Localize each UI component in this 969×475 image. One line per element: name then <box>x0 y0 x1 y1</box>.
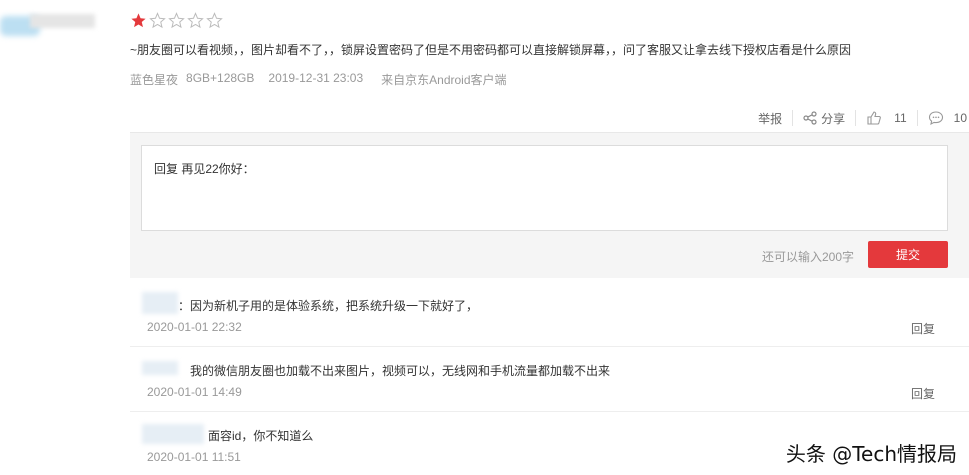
reply-text: 面容id，你不知道么 <box>208 429 314 443</box>
like-count: 11 <box>894 111 907 125</box>
review-actions: 举报 分享 11 10 <box>748 108 969 128</box>
star-empty-icon <box>187 12 204 29</box>
thumbs-up-icon <box>867 111 882 125</box>
comment-icon <box>928 111 943 126</box>
reply-user-blurred <box>142 361 178 375</box>
reply-prefix: 回复 再见22你好： <box>154 162 255 176</box>
comment-button[interactable]: 10 <box>918 110 969 126</box>
review-content: ~朋友圈可以看视频，，图片却看不了，，锁屏设置密码了但是不用密码都可以直接解锁屏… <box>130 43 852 57</box>
reply-text: ：因为新机子用的是体验系统，把系统升级一下就好了， <box>178 299 479 313</box>
star-empty-icon <box>206 12 223 29</box>
reply-date: 2020-01-01 22:32 <box>147 320 242 334</box>
reply-link[interactable]: 回复 <box>911 320 935 337</box>
reply-textarea[interactable]: 回复 再见22你好： <box>141 145 948 231</box>
spec: 8GB+128GB <box>186 71 255 85</box>
reply-user-blurred <box>142 292 178 314</box>
review-datetime: 2019-12-31 23:03 <box>268 71 364 85</box>
reply-text: 我的微信朋友圈也加载不出来图片，视频可以，无线网和手机流量都加载不出来 <box>190 364 611 378</box>
star-empty-icon <box>168 12 185 29</box>
share-icon <box>803 111 817 125</box>
reply-item: 我的微信朋友圈也加载不出来图片，视频可以，无线网和手机流量都加载不出来 2020… <box>130 347 969 412</box>
reviewer-avatar-blurred <box>0 10 95 40</box>
reply-panel: 回复 再见22你好： 还可以输入200字 提交 <box>130 132 969 278</box>
share-label: 分享 <box>821 111 846 126</box>
like-button[interactable]: 11 <box>856 110 916 126</box>
color-variant: 蓝色星夜 <box>130 73 179 87</box>
review-meta: 蓝色星夜 8GB+128GB 2019-12-31 23:03 来自京东Andr… <box>130 71 507 88</box>
char-remaining-hint: 还可以输入200字 <box>761 250 854 264</box>
review-source: 来自京东Android客户端 <box>381 73 507 87</box>
reply-item: ：因为新机子用的是体验系统，把系统升级一下就好了， 2020-01-01 22:… <box>130 282 969 347</box>
reply-date: 2020-01-01 11:51 <box>147 450 241 464</box>
rating-stars <box>130 12 223 29</box>
share-button[interactable]: 分享 <box>793 110 855 127</box>
report-label: 举报 <box>758 111 783 126</box>
reply-link[interactable]: 回复 <box>911 385 935 402</box>
submit-button[interactable]: 提交 <box>868 241 948 268</box>
reply-date: 2020-01-01 14:49 <box>147 385 242 399</box>
comment-count: 10 <box>953 111 967 125</box>
report-button[interactable]: 举报 <box>748 110 792 127</box>
watermark: 头条 @Tech情报局 <box>785 442 957 466</box>
star-empty-icon <box>149 12 166 29</box>
star-filled-icon <box>131 13 146 28</box>
reply-user-blurred <box>142 424 204 444</box>
